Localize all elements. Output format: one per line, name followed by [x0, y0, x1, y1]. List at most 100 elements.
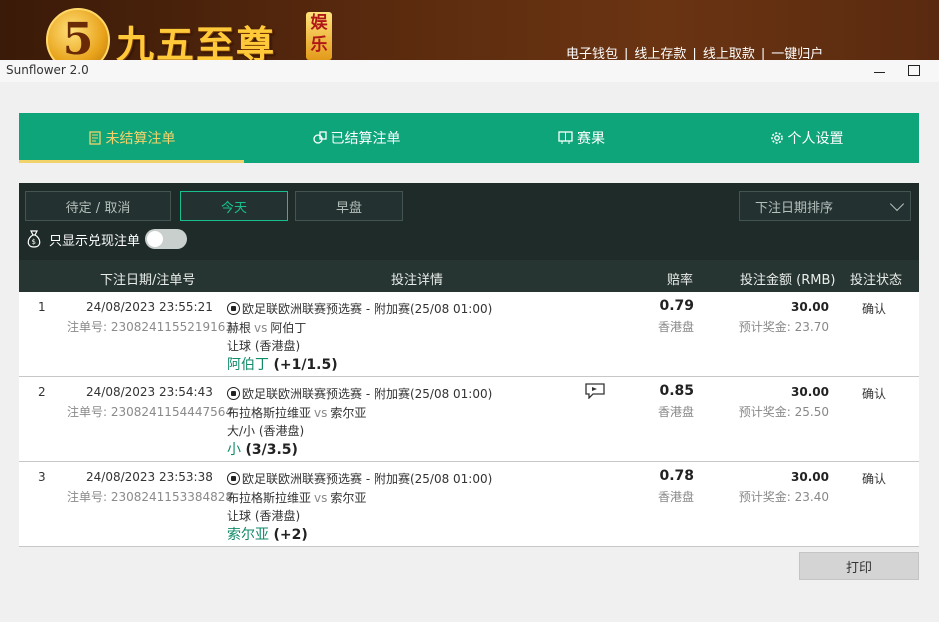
odds-type: 香港盘	[657, 490, 694, 504]
link-deposit[interactable]: 线上存款	[634, 47, 686, 60]
row-index: 1	[38, 300, 46, 314]
bet-selection: 阿伯丁 (+1/1.5)	[227, 354, 338, 374]
estimated-win: 预计奖金: 25.50	[719, 403, 829, 420]
tab-label: 未结算注单	[105, 131, 176, 147]
logo-text: 九五至尊	[116, 22, 277, 60]
league-name: 欧足联欧洲联赛预选赛 - 附加赛(25/08 01:00)	[242, 387, 493, 401]
minimize-icon[interactable]	[873, 64, 887, 78]
chevron-down-icon	[889, 196, 905, 212]
market-type: 大/小 (香港盘)	[227, 424, 305, 438]
scoreboard-icon	[558, 131, 573, 144]
win-prefix: 预计奖金:	[738, 490, 795, 504]
estimated-win: 预计奖金: 23.40	[719, 488, 829, 505]
print-button[interactable]: 打印	[799, 552, 919, 580]
top-links: 电子钱包 | 线上存款 | 线上取款 | 一键归户	[566, 43, 823, 60]
soccer-ball-icon	[227, 302, 240, 315]
market-type: 让球 (香港盘)	[227, 509, 301, 523]
match-teams: 布拉格斯拉维亚 vs 索尔亚	[227, 404, 366, 421]
soccer-ball-icon	[227, 387, 240, 400]
odds-value: 0.79	[659, 298, 694, 314]
status-badge: 确认	[862, 472, 887, 486]
bet-datetime: 24/08/2023 23:55:21	[86, 300, 213, 314]
win-value: 25.50	[794, 405, 829, 419]
settled-icon	[312, 131, 327, 144]
order-prefix: 注单号:	[67, 490, 111, 504]
svg-text:$: $	[32, 238, 36, 246]
odds-value: 0.85	[659, 383, 694, 399]
filter-early-button[interactable]: 早盘	[295, 191, 403, 221]
ticket-icon	[88, 131, 101, 145]
match-teams: 布拉格斯拉维亚 vs 索尔亚	[227, 489, 366, 506]
main-tabs: 未结算注单 已结算注单 赛果 个人设置	[19, 113, 919, 163]
link-withdraw[interactable]: 线上取款	[703, 47, 755, 60]
win-value: 23.40	[794, 490, 829, 504]
col-details: 投注详情	[391, 273, 444, 288]
live-stream-icon[interactable]	[585, 383, 605, 399]
home-team: 布拉格斯拉维亚	[227, 406, 312, 420]
selection-name: 索尔亚	[227, 527, 269, 543]
win-prefix: 预计奖金:	[738, 320, 795, 334]
bet-datetime: 24/08/2023 23:53:38	[86, 470, 213, 484]
tab-label: 赛果	[577, 131, 605, 147]
link-e-wallet[interactable]: 电子钱包	[566, 47, 618, 60]
sort-select[interactable]: 下注日期排序	[739, 191, 911, 221]
order-prefix: 注单号:	[67, 320, 111, 334]
bet-selection: 索尔亚 (+2)	[227, 524, 308, 544]
logo-badge-char: 娱	[310, 13, 328, 33]
maximize-icon[interactable]	[908, 65, 920, 76]
home-team: 赫根	[227, 321, 252, 335]
link-separator: |	[624, 47, 629, 60]
win-value: 23.70	[794, 320, 829, 334]
order-number: 注单号: 2308241154447564	[67, 403, 233, 420]
bet-datetime: 24/08/2023 23:54:43	[86, 385, 213, 399]
odds-value: 0.78	[659, 468, 694, 484]
order-value: 2308241153384828	[110, 490, 234, 504]
tab-unsettled[interactable]: 未结算注单	[19, 113, 244, 163]
away-team: 索尔亚	[330, 406, 367, 420]
away-team: 索尔亚	[330, 491, 367, 505]
vs-label: vs	[314, 406, 328, 420]
cashout-label: 只显示兑现注单	[49, 233, 141, 249]
handicap-value: (3/3.5)	[245, 442, 298, 458]
filter-today-button[interactable]: 今天	[180, 191, 288, 221]
tab-label: 个人设置	[787, 131, 844, 147]
selection-name: 阿伯丁	[227, 357, 269, 373]
table-row: 3 24/08/2023 23:53:38 注单号: 2308241153384…	[19, 462, 919, 547]
order-value: 2308241155219163	[110, 320, 234, 334]
win-prefix: 预计奖金:	[738, 405, 795, 419]
selection-name: 小	[227, 442, 241, 458]
vs-label: vs	[254, 321, 268, 335]
vs-label: vs	[314, 491, 328, 505]
tab-settled[interactable]: 已结算注单	[244, 113, 469, 163]
league-line: 欧足联欧洲联赛预选赛 - 附加赛(25/08 01:00)	[227, 470, 492, 487]
order-number: 注单号: 2308241153384828	[67, 488, 233, 505]
col-status: 投注状态	[850, 273, 903, 288]
bet-selection: 小 (3/3.5)	[227, 439, 298, 459]
logo-badge-char: 乐	[310, 35, 328, 55]
soccer-ball-icon	[227, 472, 240, 485]
cashout-toggle[interactable]	[145, 229, 188, 249]
table-row: 2 24/08/2023 23:54:43 注单号: 2308241154447…	[19, 377, 919, 462]
link-separator: |	[760, 47, 766, 60]
filter-pending-button[interactable]: 待定 / 取消	[25, 191, 171, 221]
league-line: 欧足联欧洲联赛预选赛 - 附加赛(25/08 01:00)	[227, 385, 492, 402]
window-title: Sunflower 2.0	[6, 63, 89, 77]
league-name: 欧足联欧洲联赛预选赛 - 附加赛(25/08 01:00)	[242, 472, 493, 486]
gear-icon	[770, 132, 783, 144]
link-consolidate[interactable]: 一键归户	[771, 47, 823, 60]
odds-type: 香港盘	[657, 405, 694, 419]
away-team: 阿伯丁	[270, 321, 307, 335]
site-banner: 5 九五至尊 娱 乐 电子钱包 | 线上存款 | 线上取款 | 一键归户	[0, 0, 939, 60]
logo-emblem: 5	[46, 8, 110, 60]
col-odds: 赔率	[667, 273, 694, 288]
stake-amount: 30.00	[791, 385, 829, 399]
handicap-value: (+1/1.5)	[273, 357, 338, 373]
link-separator: |	[692, 47, 697, 60]
logo-digit: 5	[62, 14, 94, 60]
cashout-filter: $ 只显示兑现注单	[25, 229, 188, 249]
stake-amount: 30.00	[791, 300, 829, 314]
col-stake: 投注金额 (RMB)	[740, 273, 836, 288]
tab-settings[interactable]: 个人设置	[694, 113, 919, 163]
tab-results[interactable]: 赛果	[469, 113, 694, 163]
league-name: 欧足联欧洲联赛预选赛 - 附加赛(25/08 01:00)	[242, 302, 493, 316]
